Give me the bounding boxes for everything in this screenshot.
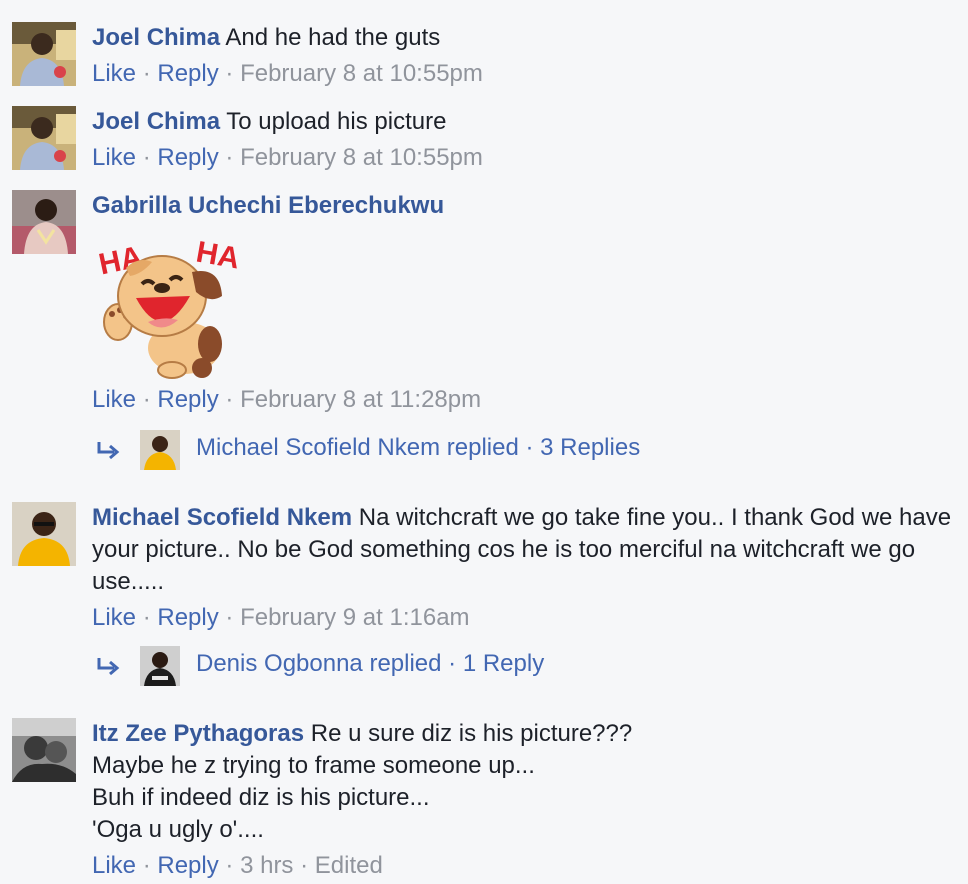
avatar[interactable] xyxy=(12,190,76,254)
avatar[interactable] xyxy=(140,430,180,470)
reply-link[interactable]: Reply xyxy=(157,386,218,413)
replies-summary[interactable]: Denis Ogbonna replied · 1 Reply xyxy=(196,648,544,680)
reply-link[interactable]: Reply xyxy=(157,60,218,87)
separator: · xyxy=(142,852,151,879)
comment-text: your picture.. No be God something cos h… xyxy=(92,536,916,563)
separator: · xyxy=(225,60,234,87)
comment-text: 'Oga u ugly o'.... xyxy=(92,816,264,843)
comment-timestamp[interactable]: 3 hrs xyxy=(240,852,293,879)
separator: · xyxy=(225,604,234,631)
avatar[interactable] xyxy=(12,502,76,566)
reply-link[interactable]: Reply xyxy=(157,144,218,171)
comment-text: And he had the guts xyxy=(225,24,441,51)
separator: · xyxy=(225,386,234,413)
comment-timestamp[interactable]: February 9 at 1:16am xyxy=(240,604,469,631)
separator: · xyxy=(142,60,151,87)
separator: · xyxy=(142,386,151,413)
comment-author[interactable]: Gabrilla Uchechi Eberechukwu xyxy=(92,192,444,219)
separator: · xyxy=(225,144,234,171)
comment-author[interactable]: Michael Scofield Nkem xyxy=(92,504,352,531)
avatar[interactable] xyxy=(12,22,76,86)
avatar-image xyxy=(12,106,76,170)
comment-author[interactable]: Itz Zee Pythagoras xyxy=(92,720,304,747)
comment-timestamp[interactable]: February 8 at 10:55pm xyxy=(240,144,483,171)
avatar[interactable] xyxy=(12,718,76,782)
reply-arrow-icon xyxy=(97,658,120,676)
edited-label[interactable]: Edited xyxy=(315,852,383,879)
comment-author[interactable]: Joel Chima xyxy=(92,108,220,135)
like-link[interactable]: Like xyxy=(92,144,136,171)
avatar-image xyxy=(12,718,76,782)
avatar[interactable] xyxy=(12,106,76,170)
avatar-image xyxy=(12,502,76,566)
like-link[interactable]: Like xyxy=(92,852,136,879)
avatar-image xyxy=(12,22,76,86)
comment-text: Na witchcraft we go take fine you.. I th… xyxy=(358,504,952,531)
separator: · xyxy=(142,144,151,171)
reply-arrow-icon xyxy=(97,442,120,460)
like-link[interactable]: Like xyxy=(92,604,136,631)
separator: · xyxy=(142,604,151,631)
avatar-image xyxy=(140,646,180,686)
comment-text: Re u sure diz is his picture??? xyxy=(310,720,633,747)
comment-author[interactable]: Joel Chima xyxy=(92,24,220,51)
separator: · xyxy=(225,852,234,879)
replies-summary[interactable]: Michael Scofield Nkem replied · 3 Replie… xyxy=(196,432,640,464)
separator: · xyxy=(300,852,309,879)
like-link[interactable]: Like xyxy=(92,386,136,413)
comment-timestamp[interactable]: February 8 at 11:28pm xyxy=(240,386,481,413)
comment-text: Maybe he z trying to frame someone up... xyxy=(92,752,535,779)
reply-link[interactable]: Reply xyxy=(157,604,218,631)
comment-text: Buh if indeed diz is his picture... xyxy=(92,784,430,811)
comment-feed: Joel Chima And he had the guts Like · Re… xyxy=(0,0,968,884)
sticker-text: HA xyxy=(194,235,242,275)
comment-text: use..... xyxy=(92,568,165,595)
laughing-dog-sticker[interactable]: HA HA xyxy=(92,226,248,382)
avatar-image xyxy=(140,430,180,470)
avatar-image xyxy=(12,190,76,254)
like-link[interactable]: Like xyxy=(92,60,136,87)
avatar[interactable] xyxy=(140,646,180,686)
reply-link[interactable]: Reply xyxy=(157,852,218,879)
comment-text: To upload his picture xyxy=(226,108,447,135)
comment-timestamp[interactable]: February 8 at 10:55pm xyxy=(240,60,483,87)
